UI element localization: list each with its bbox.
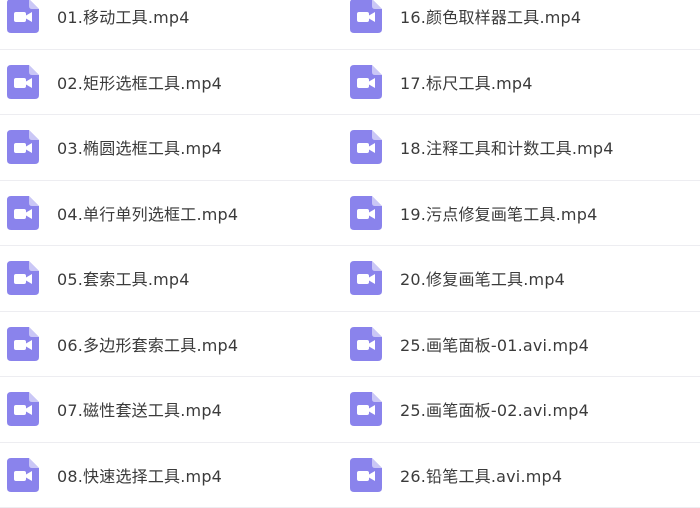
file-name: 07.磁性套送工具.mp4 [57,397,222,421]
video-file-icon [7,130,39,164]
file-name: 06.多边形套索工具.mp4 [57,332,238,356]
video-file-icon [7,65,39,99]
file-column-left: 01.移动工具.mp4 02.矩形选框工具.mp4 03.椭圆选框工具.mp4 [0,0,350,503]
file-list-item[interactable]: 20.修复画笔工具.mp4 [350,246,700,312]
file-name: 16.颜色取样器工具.mp4 [400,4,581,28]
video-file-icon [350,130,382,164]
file-name: 02.矩形选框工具.mp4 [57,70,222,94]
file-list-item[interactable]: 08.快速选择工具.mp4 [0,443,350,508]
video-file-icon [7,458,39,492]
file-name: 01.移动工具.mp4 [57,4,190,28]
file-list-item[interactable]: 26.铅笔工具.avi.mp4 [350,443,700,508]
file-name: 05.套索工具.mp4 [57,266,190,290]
file-list-item[interactable]: 17.标尺工具.mp4 [350,50,700,116]
file-list-item[interactable]: 19.污点修复画笔工具.mp4 [350,181,700,247]
video-file-icon [7,392,39,426]
video-file-icon [7,327,39,361]
video-file-icon [7,196,39,230]
file-list-page: 01.移动工具.mp4 02.矩形选框工具.mp4 03.椭圆选框工具.mp4 [0,0,700,503]
file-list-item[interactable]: 03.椭圆选框工具.mp4 [0,115,350,181]
file-list-item[interactable]: 04.单行单列选框工.mp4 [0,181,350,247]
file-name: 20.修复画笔工具.mp4 [400,266,565,290]
file-list-item[interactable]: 02.矩形选框工具.mp4 [0,50,350,116]
file-name: 26.铅笔工具.avi.mp4 [400,463,562,487]
video-file-icon [350,65,382,99]
file-name: 08.快速选择工具.mp4 [57,463,222,487]
file-name: 25.画笔面板-01.avi.mp4 [400,332,589,356]
file-list-item[interactable]: 05.套索工具.mp4 [0,246,350,312]
file-name: 25.画笔面板-02.avi.mp4 [400,397,589,421]
video-file-icon [7,0,39,33]
video-file-icon [350,0,382,33]
file-list-item[interactable]: 06.多边形套索工具.mp4 [0,312,350,378]
file-column-right: 16.颜色取样器工具.mp4 17.标尺工具.mp4 18.注释工具和计数工具.… [350,0,700,503]
file-list-item[interactable]: 25.画笔面板-01.avi.mp4 [350,312,700,378]
file-list-item[interactable]: 25.画笔面板-02.avi.mp4 [350,377,700,443]
video-file-icon [350,458,382,492]
video-file-icon [7,261,39,295]
file-name: 03.椭圆选框工具.mp4 [57,135,222,159]
video-file-icon [350,327,382,361]
file-list-item[interactable]: 07.磁性套送工具.mp4 [0,377,350,443]
file-list-item[interactable]: 18.注释工具和计数工具.mp4 [350,115,700,181]
file-name: 17.标尺工具.mp4 [400,70,533,94]
video-file-icon [350,196,382,230]
file-name: 18.注释工具和计数工具.mp4 [400,135,614,159]
video-file-icon [350,261,382,295]
file-list-item[interactable]: 01.移动工具.mp4 [0,0,350,50]
file-name: 19.污点修复画笔工具.mp4 [400,201,597,225]
file-list-item[interactable]: 16.颜色取样器工具.mp4 [350,0,700,50]
file-name: 04.单行单列选框工.mp4 [57,201,238,225]
video-file-icon [350,392,382,426]
